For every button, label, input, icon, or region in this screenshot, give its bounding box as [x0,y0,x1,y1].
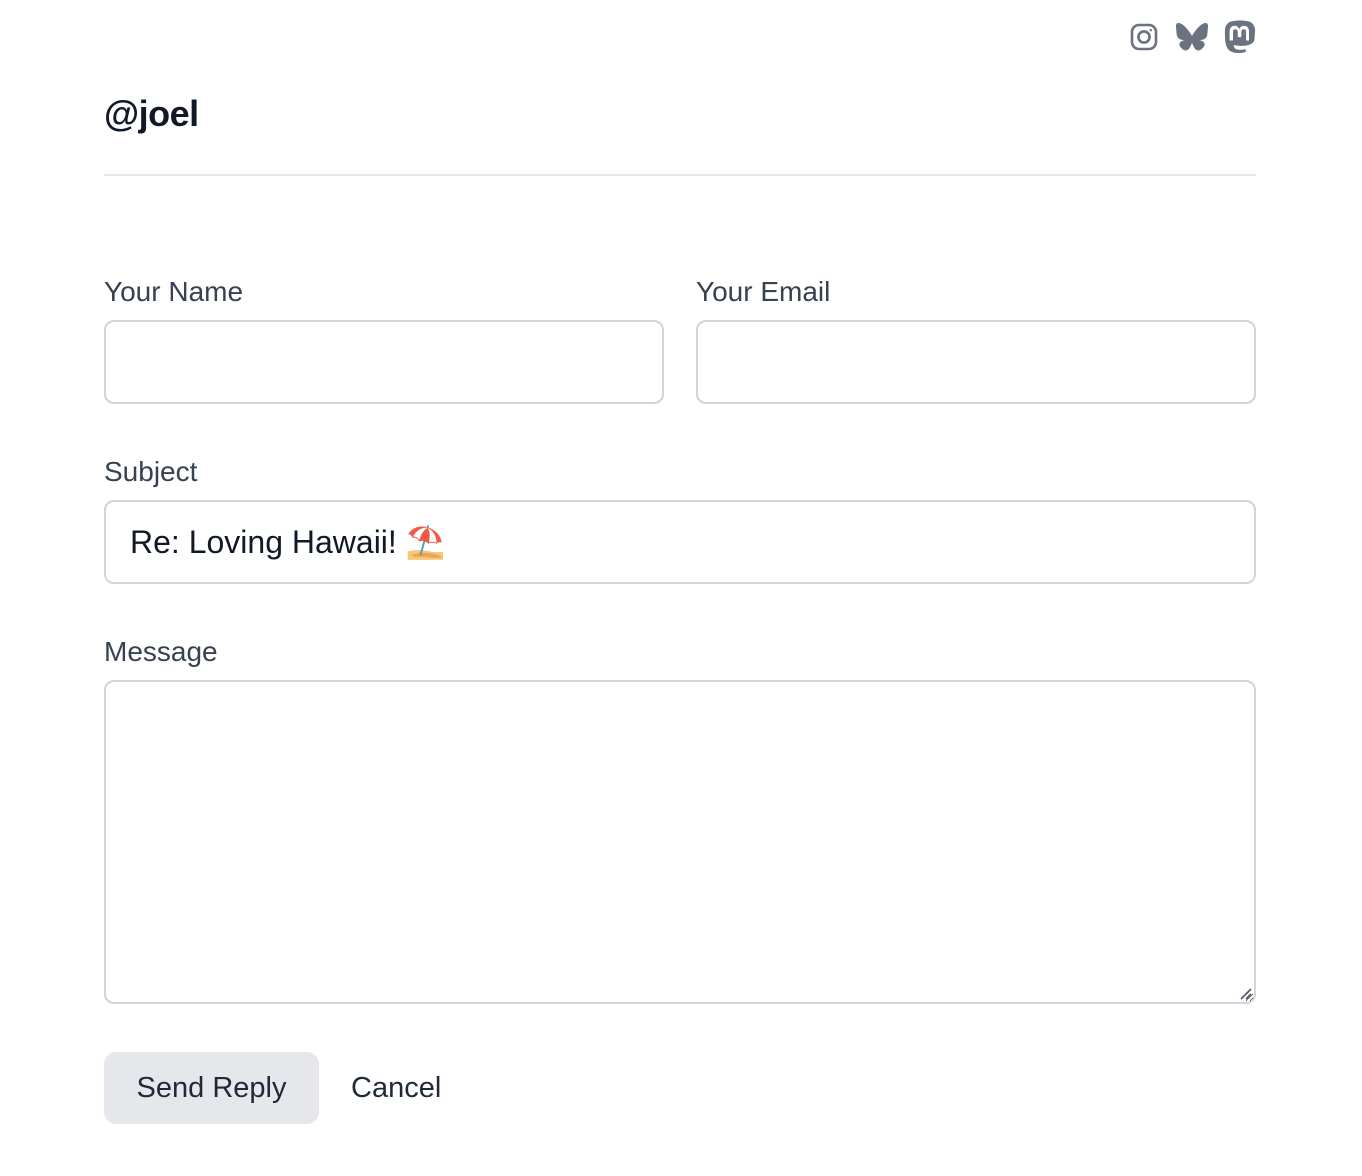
bluesky-icon[interactable] [1176,20,1208,54]
message-textarea[interactable] [104,680,1256,1004]
cancel-link[interactable]: Cancel [351,1052,441,1124]
email-label: Your Email [696,276,831,307]
name-input[interactable] [104,320,664,404]
message-label: Message [104,636,218,667]
subject-input[interactable] [104,500,1256,584]
profile-handle: @joel [104,93,199,134]
send-reply-button[interactable]: Send Reply [104,1052,319,1124]
social-links [1128,20,1256,54]
mastodon-icon[interactable] [1224,20,1256,54]
instagram-icon[interactable] [1128,20,1160,54]
header-divider [104,174,1256,176]
name-label: Your Name [104,276,244,307]
email-input[interactable] [696,320,1256,404]
subject-label: Subject [104,456,198,487]
